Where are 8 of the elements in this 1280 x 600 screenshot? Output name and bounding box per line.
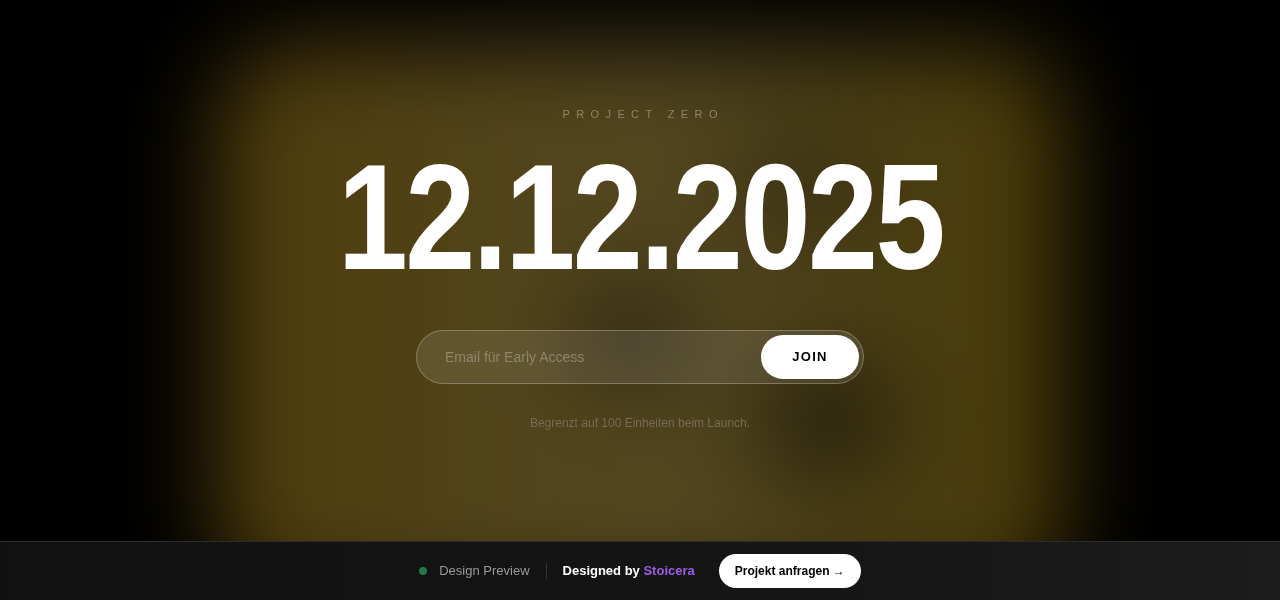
launch-date-heading: 12.12.2025: [337, 142, 943, 292]
eyebrow-label: PROJECT ZERO: [561, 107, 724, 122]
email-field[interactable]: Email für Early Access JOIN: [416, 330, 864, 384]
designer-link[interactable]: Stoicera: [643, 563, 695, 579]
join-button[interactable]: JOIN: [761, 335, 859, 379]
project-request-button[interactable]: Projekt anfragen →: [718, 554, 861, 588]
status-label: Design Preview: [439, 562, 530, 581]
credit-text: Designed by Stoicera: [562, 562, 695, 581]
